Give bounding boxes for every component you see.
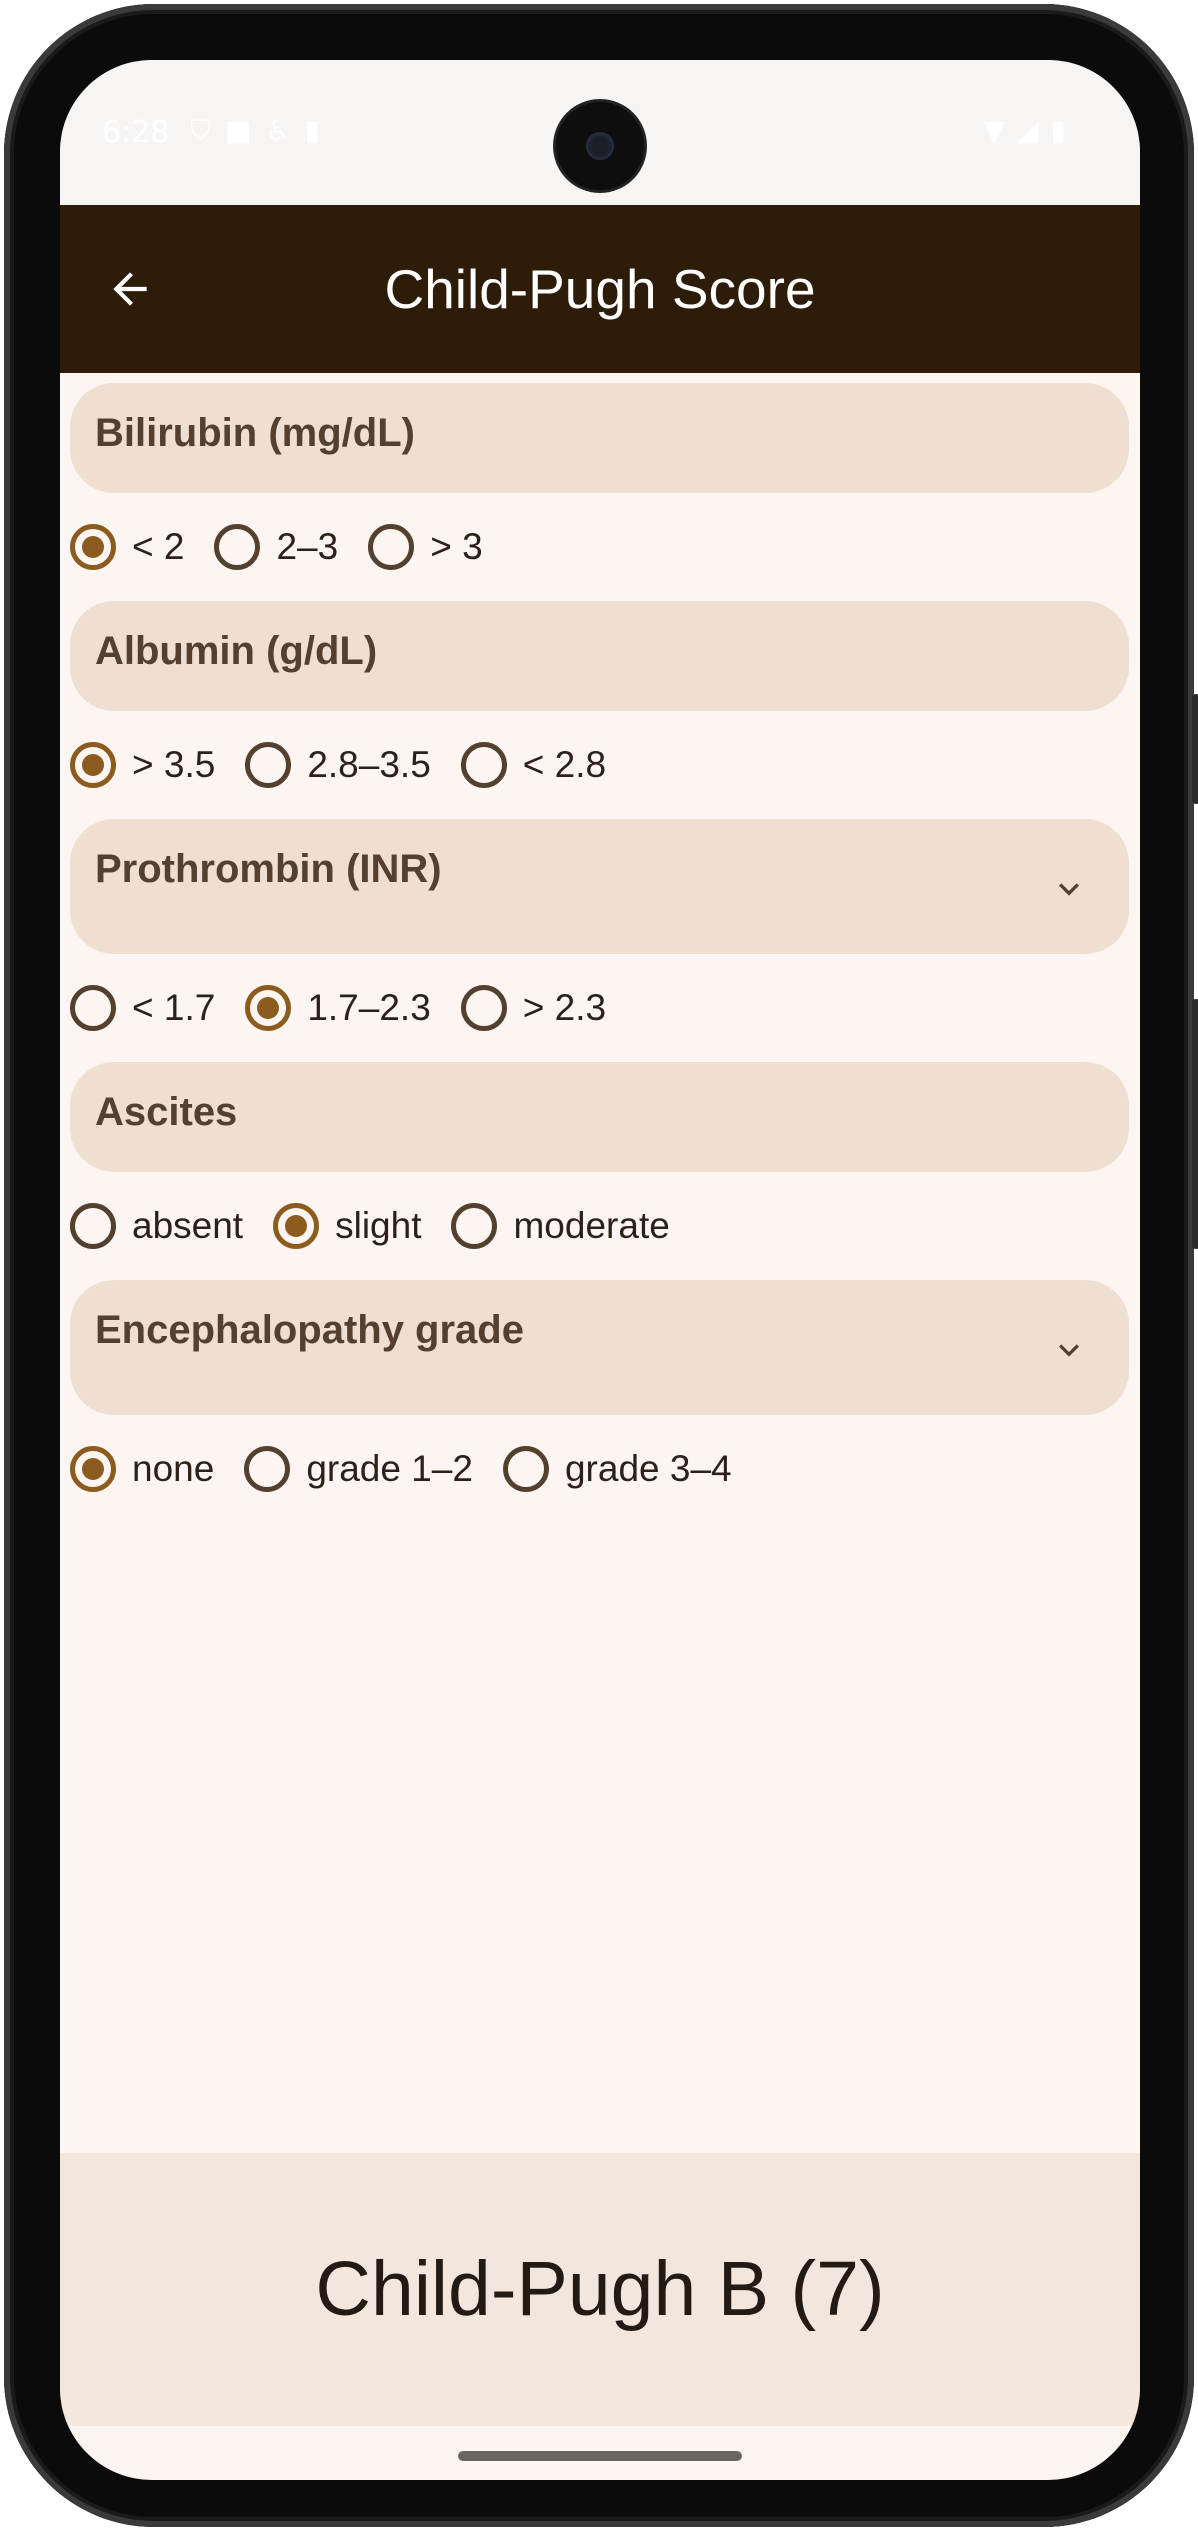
radio-option[interactable]: 2–3 [214, 512, 368, 582]
radio-button[interactable] [214, 524, 261, 570]
radio-label: grade 3–4 [564, 1448, 732, 1489]
radio-label: moderate [513, 1205, 670, 1246]
radio-button-selected[interactable] [70, 1446, 116, 1492]
section-header-albumin[interactable]: Albumin (g/dL) [70, 601, 1129, 711]
radio-button[interactable] [70, 985, 116, 1031]
radio-label: slight [335, 1205, 422, 1246]
back-button[interactable] [90, 249, 170, 329]
power-button [1192, 999, 1198, 1249]
radio-label: < 2 [132, 526, 185, 567]
radio-label: 1.7–2.3 [307, 987, 431, 1028]
radio-button[interactable] [460, 742, 507, 788]
radio-group-prothrombin: < 1.7 1.7–2.3 > 2.3 [70, 973, 636, 1043]
radio-button-selected[interactable] [273, 1203, 320, 1249]
section-label: Ascites [95, 1090, 238, 1134]
radio-label: absent [132, 1205, 244, 1246]
section-header-bilirubin[interactable]: Bilirubin (mg/dL) [70, 383, 1129, 493]
screen: 6:28 ⛉■♿▮ ▼◢▮ Child-Pugh Score Bilirubin… [60, 60, 1140, 2480]
radio-label: 2–3 [276, 526, 339, 567]
radio-option[interactable]: < 2.8 [460, 730, 636, 800]
shield-icon: ⛉ [190, 114, 226, 147]
radio-label: 2.8–3.5 [307, 744, 431, 785]
radio-button[interactable] [70, 1203, 116, 1249]
sd-card-icon: ▮ [304, 114, 335, 147]
home-indicator[interactable] [458, 2451, 742, 2461]
volume-button [1192, 694, 1198, 804]
radio-option[interactable]: slight [273, 1191, 451, 1261]
radio-option[interactable]: > 3.5 [70, 730, 245, 800]
radio-option[interactable]: < 1.7 [70, 973, 245, 1043]
radio-label: > 2.3 [522, 987, 607, 1028]
radio-option[interactable]: moderate [451, 1191, 699, 1261]
section-header-prothrombin[interactable]: Prothrombin (INR) [70, 819, 1129, 954]
signal-icon: ◢ [1017, 114, 1051, 147]
radio-button-selected[interactable] [70, 524, 116, 570]
radio-button[interactable] [245, 742, 292, 788]
radio-label: < 1.7 [132, 987, 216, 1028]
radio-group-bilirubin: < 2 2–3 > 3 [70, 512, 513, 582]
radio-group-ascites: absent slight moderate [70, 1191, 700, 1261]
radio-group-albumin: > 3.5 2.8–3.5 < 2.8 [70, 730, 636, 800]
radio-label: > 3 [430, 526, 483, 567]
section-label: Bilirubin (mg/dL) [95, 411, 415, 455]
radio-option[interactable]: none [70, 1434, 244, 1504]
radio-label: > 3.5 [132, 744, 216, 785]
section-header-ascites[interactable]: Ascites [70, 1062, 1129, 1172]
status-icons-right: ▼◢▮ [983, 114, 1078, 147]
radio-option[interactable]: absent [70, 1191, 273, 1261]
radio-option[interactable]: 2.8–3.5 [245, 730, 460, 800]
section-header-encephalopathy[interactable]: Encephalopathy grade [70, 1280, 1129, 1415]
page-title: Child-Pugh Score [384, 258, 816, 320]
radio-button[interactable] [368, 524, 415, 570]
battery-icon: ▮ [1050, 114, 1078, 147]
radio-button[interactable] [460, 985, 507, 1031]
radio-label: < 2.8 [522, 744, 607, 785]
radio-label: none [132, 1448, 215, 1489]
result-text: Child-Pugh B (7) [315, 2246, 885, 2332]
result-panel: Child-Pugh B (7) [60, 2153, 1140, 2426]
section-label: Encephalopathy grade [95, 1308, 524, 1352]
radio-button[interactable] [451, 1203, 498, 1249]
section-label: Albumin (g/dL) [95, 629, 378, 673]
radio-label: grade 1–2 [306, 1448, 473, 1489]
status-bar: 6:28 ⛉■♿▮ ▼◢▮ [60, 60, 1140, 205]
wifi-icon: ▼ [983, 114, 1018, 147]
radio-button-selected[interactable] [245, 985, 292, 1031]
radio-button[interactable] [244, 1446, 291, 1492]
phone-frame: 6:28 ⛉■♿▮ ▼◢▮ Child-Pugh Score Bilirubin… [4, 4, 1198, 2527]
radio-option[interactable]: < 2 [70, 512, 214, 582]
square-icon: ■ [225, 114, 266, 147]
radio-group-encephalopathy: none grade 1–2 grade 3–4 [70, 1434, 762, 1504]
app-bar: Child-Pugh Score [60, 205, 1140, 373]
accessibility-icon: ♿ [265, 114, 305, 147]
radio-option[interactable]: > 2.3 [460, 973, 636, 1043]
radio-button-selected[interactable] [70, 742, 116, 788]
arrow-left-icon [113, 272, 147, 306]
radio-option[interactable]: 1.7–2.3 [245, 973, 460, 1043]
radio-option[interactable]: > 3 [368, 512, 512, 582]
chevron-down-icon[interactable] [1049, 1330, 1089, 1370]
radio-option[interactable]: grade 1–2 [244, 1434, 503, 1504]
radio-button[interactable] [502, 1446, 549, 1492]
section-label: Prothrombin (INR) [95, 847, 442, 891]
status-time: 6:28 [102, 115, 170, 150]
status-icons-left: ⛉■♿▮ [190, 114, 334, 148]
chevron-down-icon[interactable] [1049, 869, 1089, 909]
radio-option[interactable]: grade 3–4 [502, 1434, 762, 1504]
front-camera [556, 102, 644, 190]
